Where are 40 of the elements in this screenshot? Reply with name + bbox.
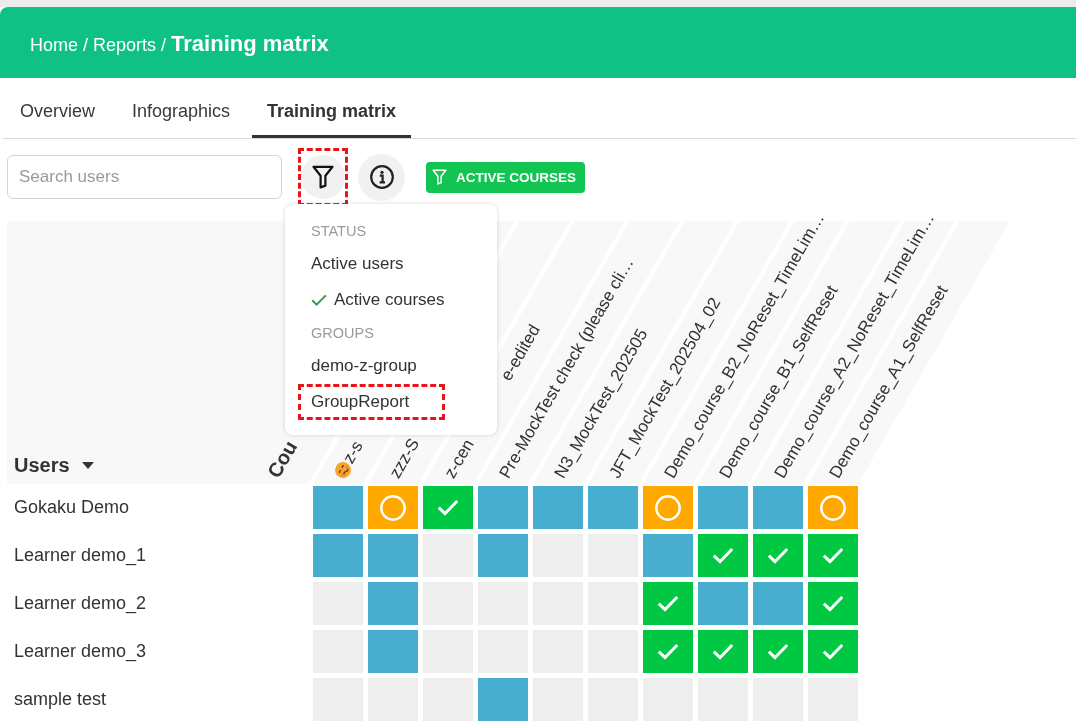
info-icon — [369, 165, 394, 189]
filter-button[interactable] — [301, 155, 345, 199]
user-name: sample test — [13, 688, 108, 711]
user-name: Gokaku Demo — [13, 496, 131, 519]
check-icon — [712, 643, 734, 660]
tab[interactable]: Infographics — [117, 78, 246, 138]
check-icon — [712, 547, 734, 564]
ring-icon — [380, 494, 406, 521]
ring-icon — [820, 494, 846, 521]
menu-section-title: STATUS — [310, 222, 368, 241]
search-field[interactable]: Search users — [7, 155, 282, 199]
menu-item[interactable]: Active users — [298, 246, 484, 282]
menu-item[interactable]: Active courses — [298, 282, 484, 318]
menu-section-title: GROUPS — [310, 324, 375, 343]
ring-icon — [655, 494, 681, 521]
user-name: Learner demo_3 — [13, 640, 148, 664]
user-name: Learner demo_2 — [13, 592, 148, 616]
check-icon — [767, 643, 789, 660]
check-icon — [657, 643, 679, 660]
menu-item[interactable]: demo-z-group — [298, 348, 484, 384]
check-icon — [822, 547, 844, 564]
check-icon — [767, 547, 789, 564]
menu-item[interactable]: GroupReport — [298, 384, 445, 420]
users-header-button[interactable]: Users — [14, 454, 94, 477]
filter-icon — [312, 165, 334, 189]
tab[interactable]: Overview — [5, 78, 110, 138]
tab[interactable]: Training matrix — [252, 78, 412, 138]
breadcrumb-separator: / — [83, 35, 89, 56]
breadcrumb-separator: / — [161, 35, 167, 56]
caret-icon — [81, 462, 94, 469]
check-icon — [822, 643, 844, 660]
filter-icon — [432, 169, 447, 185]
info-button[interactable] — [358, 153, 405, 201]
check-icon — [437, 499, 459, 516]
user-name: Learner demo_1 — [13, 544, 148, 568]
check-icon — [822, 595, 844, 612]
check-icon — [657, 595, 679, 612]
check-icon — [311, 294, 327, 306]
page-title: Training matrix — [171, 31, 329, 57]
course-header: z-s — [339, 438, 366, 467]
